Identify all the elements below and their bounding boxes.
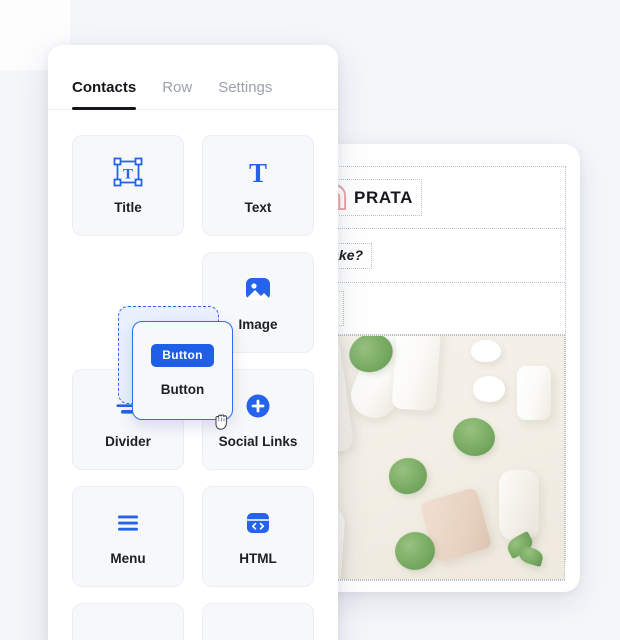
cosmetic-flatlay-photo <box>310 335 565 580</box>
image-icon <box>246 277 270 300</box>
tab-row[interactable]: Row <box>162 79 192 109</box>
dragged-button-block[interactable]: Button Button <box>132 321 233 430</box>
block-tile-divider-label: Divider <box>105 433 151 449</box>
code-brackets-icon <box>247 512 269 533</box>
block-tile-text[interactable]: T Text <box>202 135 314 236</box>
block-tile-image-label: Image <box>238 316 278 332</box>
button-preview-chip: Button <box>151 343 214 368</box>
app-canvas: PRATA ouncement to make? r big news <box>0 0 620 640</box>
logo-wordmark: PRATA <box>354 188 414 207</box>
block-tile-title[interactable]: T Title <box>72 135 184 236</box>
serif-t-icon: T <box>249 158 267 187</box>
block-tile-html[interactable]: HTML <box>202 486 314 587</box>
sidebar-tabs[interactable]: Contacts Row Settings <box>48 45 338 110</box>
block-tile-overflow-right[interactable] <box>202 603 314 640</box>
tab-settings[interactable]: Settings <box>218 79 272 109</box>
preview-eyebrow-row[interactable]: ouncement to make? <box>296 229 565 283</box>
svg-text:T: T <box>123 166 133 182</box>
block-tile-html-label: HTML <box>239 550 277 566</box>
tab-row-label: Row <box>162 79 193 96</box>
preview-image-row[interactable] <box>310 335 565 581</box>
block-tile-text-label: Text <box>244 199 272 215</box>
svg-text:T: T <box>249 158 267 187</box>
preview-headline-row[interactable]: r big news <box>296 283 565 335</box>
preview-logo-row[interactable]: PRATA <box>310 167 565 229</box>
tab-contacts[interactable]: Contacts <box>72 79 137 110</box>
block-tile-social-links-label: Social Links <box>218 433 298 449</box>
dragged-block-label: Button <box>160 382 205 398</box>
blocks-sidebar-panel[interactable]: Contacts Row Settings T Title T Text Ima… <box>48 45 338 640</box>
plus-circle-icon <box>246 394 270 417</box>
title-in-frame-icon: T <box>113 157 143 186</box>
block-tile-title-label: Title <box>114 199 142 215</box>
email-preview-panel[interactable]: PRATA ouncement to make? r big news <box>296 144 580 592</box>
block-tile-menu[interactable]: Menu <box>72 486 184 587</box>
tab-settings-label: Settings <box>218 79 273 96</box>
email-canvas[interactable]: PRATA ouncement to make? r big news <box>296 166 566 581</box>
tab-contacts-label: Contacts <box>72 79 137 96</box>
block-tile-overflow-left[interactable] <box>72 603 184 640</box>
block-tile-menu-label: Menu <box>110 550 146 566</box>
hamburger-menu-icon <box>118 515 138 531</box>
